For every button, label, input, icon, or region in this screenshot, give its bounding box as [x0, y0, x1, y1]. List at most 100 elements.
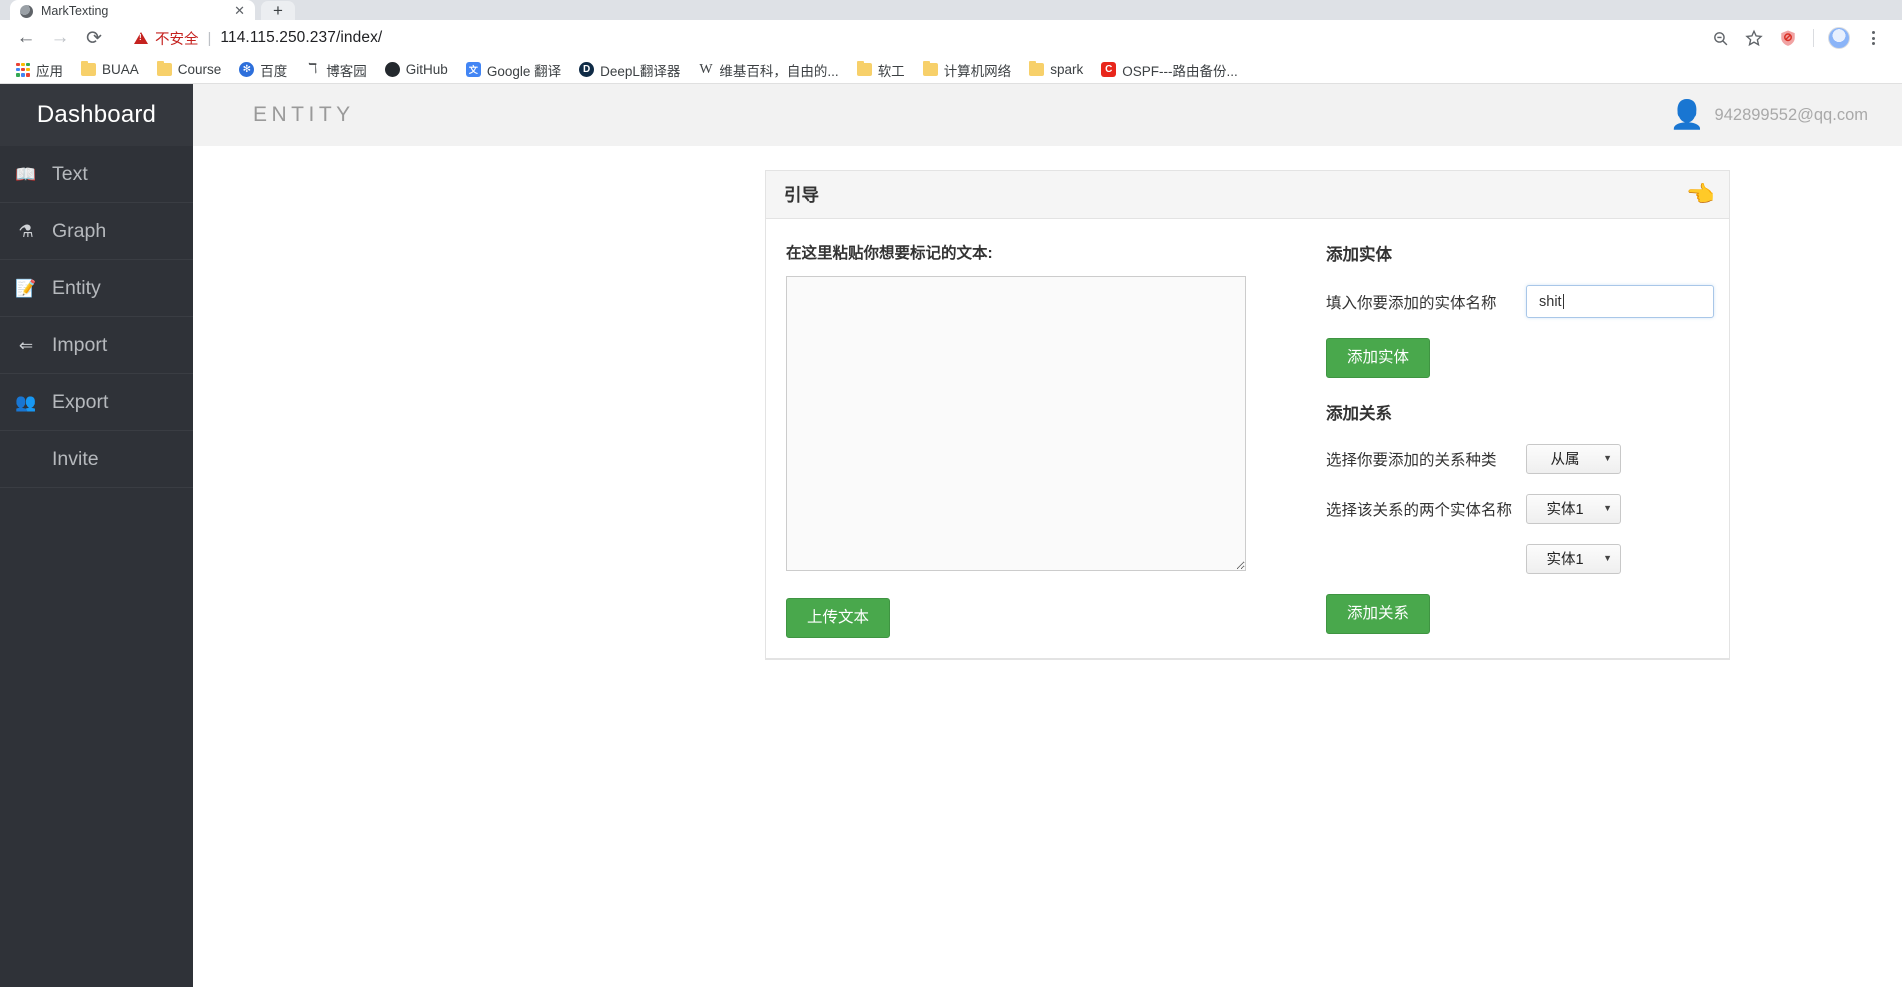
bookmark-label: 百度: [260, 63, 288, 79]
guide-panel: 引导 👈 在这里粘贴你想要标记的文本: 上传文本 添加实体 填入你要添加的实体名…: [765, 170, 1730, 660]
browser-menu-button[interactable]: [1858, 23, 1888, 53]
close-icon[interactable]: ✕: [234, 3, 245, 19]
browser-tab[interactable]: MarkTexting ✕: [10, 0, 255, 20]
apps-grid-icon: [16, 62, 30, 77]
csdn-icon: C: [1101, 62, 1117, 77]
relation-entity-b-value: 实体1: [1546, 552, 1584, 569]
add-entity-heading: 添加实体: [1326, 246, 1392, 264]
kebab-menu-icon: [1871, 31, 1875, 45]
back-button[interactable]: ←: [10, 22, 42, 54]
entity-name-input[interactable]: shit: [1526, 285, 1714, 318]
relation-entity-a-value: 实体1: [1546, 502, 1584, 519]
folder-icon: [922, 60, 938, 76]
user-account[interactable]: 👤 942899552@qq.com: [1670, 101, 1868, 129]
sidebar-item-graph[interactable]: ⚗ Graph: [0, 203, 193, 260]
bookmark-label: 博客园: [326, 63, 367, 79]
avatar: [1828, 27, 1850, 49]
upload-text-button[interactable]: 上传文本: [786, 598, 891, 638]
zoom-out-icon[interactable]: [1705, 23, 1735, 53]
browser-toolbar: ← → ⟳ 不安全 | 114.115.250.237/index/: [0, 20, 1902, 56]
address-bar[interactable]: 不安全 | 114.115.250.237/index/: [120, 24, 1703, 52]
bookmark-google-translate[interactable]: 文 Google 翻译: [458, 57, 569, 83]
bookmark-label: 计算机网络: [943, 63, 1012, 79]
memo-icon: 📝: [15, 278, 37, 298]
relation-kind-select[interactable]: 从属 ▼: [1526, 443, 1621, 474]
sidebar-item-label: Entity: [52, 276, 101, 299]
add-relation-button[interactable]: 添加关系: [1326, 593, 1431, 634]
sidebar-item-label: Export: [52, 390, 109, 413]
sidebar-item-export[interactable]: 👥 Export: [0, 374, 193, 431]
reload-button[interactable]: ⟳: [78, 22, 110, 54]
add-relation-heading: 添加关系: [1326, 404, 1392, 423]
forward-button[interactable]: →: [44, 22, 76, 54]
sidebar: Dashboard 📖 Text ⚗ Graph 📝 Entity ⇐ Impo…: [0, 84, 219, 987]
bookmark-computer-network[interactable]: 计算机网络: [915, 57, 1020, 83]
google-translate-icon: 文: [465, 62, 481, 77]
new-tab-button[interactable]: +: [261, 1, 295, 20]
add-entity-button[interactable]: 添加实体: [1326, 338, 1431, 378]
bookmark-label: DeepL翻译器: [600, 63, 681, 79]
content-area: ENTITY 👤 942899552@qq.com 引导 👈 在这里粘贴你想要标…: [193, 84, 1902, 987]
wikipedia-icon: W: [699, 61, 713, 77]
profile-avatar[interactable]: [1824, 23, 1854, 53]
sidebar-brand-label: Dashboard: [36, 101, 157, 128]
cnblogs-icon: ℸ: [308, 62, 318, 77]
panel-body: 在这里粘贴你想要标记的文本: 上传文本 添加实体 填入你要添加的实体名称 shi…: [766, 219, 1729, 638]
user-email-label: 942899552@qq.com: [1714, 105, 1868, 124]
bookmark-star-icon[interactable]: [1739, 23, 1769, 53]
relation-kind-value: 从属: [1550, 452, 1580, 469]
chevron-down-icon: ▼: [1603, 453, 1612, 464]
bookmark-label: GitHub: [405, 62, 448, 77]
omnibox-separator: |: [207, 29, 212, 47]
page-root: Dashboard 📖 Text ⚗ Graph 📝 Entity ⇐ Impo…: [0, 84, 1902, 987]
baidu-icon: ✻: [239, 62, 255, 77]
panel-title: 引导: [784, 185, 819, 205]
text-input-area[interactable]: [786, 276, 1246, 571]
bookmark-baidu[interactable]: ✻ 百度: [231, 57, 295, 83]
sidebar-item-entity[interactable]: 📝 Entity: [0, 260, 193, 317]
security-status-label: 不安全: [155, 31, 199, 48]
chevron-down-icon: ▼: [1603, 553, 1612, 564]
relation-entity-b-row: 实体1 ▼: [1326, 543, 1714, 574]
github-icon: [384, 62, 400, 77]
relation-entities-label: 选择该关系的两个实体名称: [1326, 501, 1513, 519]
sidebar-item-label: Import: [52, 333, 108, 356]
url-text: 114.115.250.237/index/: [220, 29, 383, 46]
bookmark-apps[interactable]: 应用: [8, 57, 71, 83]
bookmark-label: OSPF---路由备份...: [1122, 63, 1238, 79]
page-header: ENTITY 👤 942899552@qq.com: [193, 84, 1902, 146]
pointing-hand-icon[interactable]: 👈: [1686, 183, 1715, 206]
person-bust-icon: 👤: [1669, 99, 1705, 130]
bookmark-cnblogs[interactable]: ℸ 博客园: [297, 57, 375, 83]
toolbar-icon-group: [1705, 23, 1892, 53]
bookmark-spark[interactable]: spark: [1021, 59, 1091, 80]
bookmark-label: 维基百科，自由的...: [719, 63, 839, 79]
sidebar-item-invite[interactable]: Invite: [0, 431, 193, 488]
entity-name-value: shit: [1539, 293, 1562, 310]
entity-name-label: 填入你要添加的实体名称: [1326, 294, 1497, 312]
bookmark-github[interactable]: GitHub: [377, 59, 456, 80]
bookmark-wikipedia[interactable]: W 维基百科，自由的...: [690, 57, 846, 83]
sidebar-item-import[interactable]: ⇐ Import: [0, 317, 193, 374]
folder-icon: [81, 60, 96, 76]
arrow-left-icon: ⇐: [18, 335, 34, 355]
bookmark-buaa[interactable]: BUAA: [73, 59, 147, 80]
bookmark-ospf[interactable]: C OSPF---路由备份...: [1093, 57, 1246, 83]
not-secure-warning-icon: [134, 32, 148, 44]
entity-name-row: 填入你要添加的实体名称 shit: [1326, 285, 1714, 318]
sidebar-item-text[interactable]: 📖 Text: [0, 146, 193, 203]
relation-entity-b-select[interactable]: 实体1 ▼: [1526, 543, 1621, 574]
toolbar-divider: [1813, 29, 1814, 47]
page-canvas: 引导 👈 在这里粘贴你想要标记的文本: 上传文本 添加实体 填入你要添加的实体名…: [193, 146, 1902, 987]
bookmark-course[interactable]: Course: [149, 59, 230, 80]
bookmark-ruangong[interactable]: 软工: [849, 57, 913, 83]
adblock-shield-icon[interactable]: [1773, 23, 1803, 53]
bookmark-label: 应用: [36, 63, 63, 79]
bookmark-deepl[interactable]: D DeepL翻译器: [571, 57, 688, 83]
bookmark-label: 软工: [877, 63, 905, 79]
sidebar-brand[interactable]: Dashboard: [0, 84, 219, 146]
relation-entity-a-select[interactable]: 实体1 ▼: [1526, 493, 1621, 524]
bookmark-label: Google 翻译: [486, 63, 562, 79]
deepl-icon: D: [579, 62, 595, 77]
bookmark-label: Course: [177, 62, 222, 77]
